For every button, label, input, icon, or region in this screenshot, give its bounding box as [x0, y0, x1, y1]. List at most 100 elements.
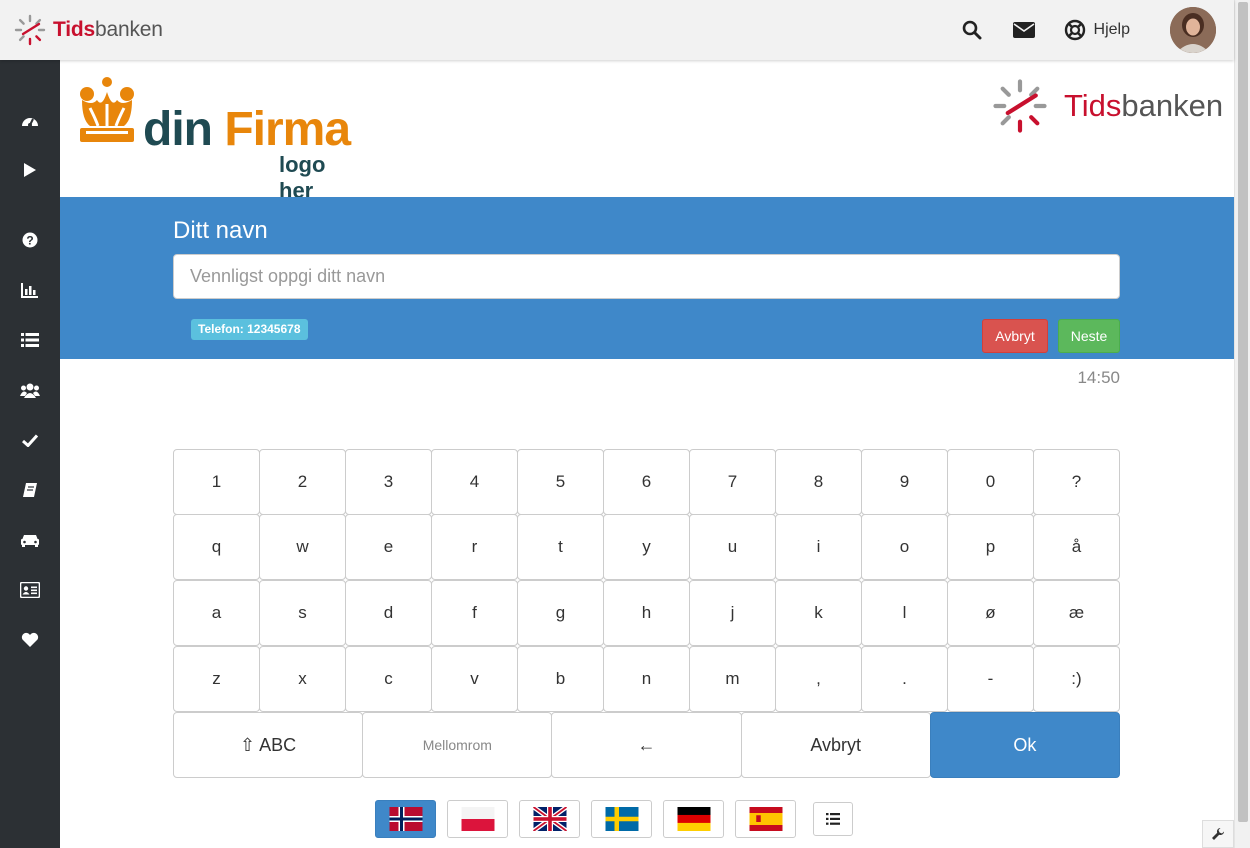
key[interactable]: h: [603, 580, 690, 646]
key[interactable]: å: [1033, 514, 1120, 580]
key[interactable]: 0: [947, 449, 1034, 515]
key[interactable]: æ: [1033, 580, 1120, 646]
key[interactable]: ,: [775, 646, 862, 712]
key[interactable]: b: [517, 646, 604, 712]
key[interactable]: f: [431, 580, 518, 646]
sidebar-item-approve[interactable]: [0, 420, 60, 460]
tidsbanken-logo: Tidsbanken: [992, 78, 1223, 134]
sweden-flag-icon: [605, 807, 638, 831]
language-german[interactable]: [663, 800, 724, 838]
key[interactable]: m: [689, 646, 776, 712]
tidsbanken-logo-icon: [14, 14, 46, 46]
bar-chart-icon: [21, 283, 38, 298]
sidebar-item-help[interactable]: ?: [0, 220, 60, 260]
cancel-button[interactable]: Avbryt: [982, 319, 1048, 353]
key[interactable]: a: [173, 580, 260, 646]
spain-flag-icon: [749, 807, 782, 831]
sidebar-item-users[interactable]: [0, 370, 60, 410]
language-list-button[interactable]: [813, 802, 853, 836]
sidebar-item-list[interactable]: [0, 320, 60, 360]
sidebar-item-favorites[interactable]: [0, 620, 60, 660]
key[interactable]: p: [947, 514, 1034, 580]
wrench-icon[interactable]: [1202, 820, 1234, 848]
scrollbar[interactable]: [1234, 0, 1250, 848]
key[interactable]: 9: [861, 449, 948, 515]
name-form-panel: Ditt navn Telefon: 12345678 Avbryt Neste: [60, 197, 1234, 359]
key[interactable]: r: [431, 514, 518, 580]
key[interactable]: :): [1033, 646, 1120, 712]
name-input[interactable]: [173, 254, 1120, 299]
key[interactable]: u: [689, 514, 776, 580]
keyboard-cancel-key[interactable]: Avbryt: [740, 712, 931, 778]
uk-flag-icon: [531, 807, 568, 831]
ok-key[interactable]: Ok: [929, 712, 1121, 778]
key[interactable]: 2: [259, 449, 346, 515]
key[interactable]: e: [345, 514, 432, 580]
brand-name: Tidsbanken: [53, 18, 163, 42]
key[interactable]: -: [947, 646, 1034, 712]
key[interactable]: 7: [689, 449, 776, 515]
car-icon: [21, 535, 39, 547]
key[interactable]: 8: [775, 449, 862, 515]
key[interactable]: o: [861, 514, 948, 580]
book-icon: [23, 483, 37, 497]
key[interactable]: x: [259, 646, 346, 712]
language-swedish[interactable]: [591, 800, 652, 838]
key[interactable]: w: [259, 514, 346, 580]
key[interactable]: z: [173, 646, 260, 712]
key[interactable]: k: [775, 580, 862, 646]
key[interactable]: ø: [947, 580, 1034, 646]
key[interactable]: v: [431, 646, 518, 712]
list-icon: [826, 813, 840, 825]
language-spanish[interactable]: [735, 800, 796, 838]
key[interactable]: 1: [173, 449, 260, 515]
sidebar-item-book[interactable]: [0, 470, 60, 510]
crown-icon: [80, 77, 134, 142]
language-norwegian[interactable]: [375, 800, 436, 838]
backspace-key[interactable]: ←: [551, 712, 742, 778]
norway-flag-icon: [389, 807, 422, 831]
sidebar-item-id-card[interactable]: [0, 570, 60, 610]
search-icon[interactable]: [960, 18, 984, 42]
key[interactable]: 3: [345, 449, 432, 515]
keyboard-row-4: z x c v b n m,. -:): [173, 646, 1120, 713]
key[interactable]: d: [345, 580, 432, 646]
envelope-icon[interactable]: [1012, 18, 1036, 42]
key[interactable]: g: [517, 580, 604, 646]
language-english[interactable]: [519, 800, 580, 838]
tidsbanken-brand[interactable]: Tidsbanken: [14, 14, 163, 46]
key[interactable]: s: [259, 580, 346, 646]
sidebar-item-play[interactable]: [0, 150, 60, 190]
key[interactable]: n: [603, 646, 690, 712]
help-label: Hjelp: [1093, 21, 1130, 38]
key[interactable]: ?: [1033, 449, 1120, 515]
key[interactable]: y: [603, 514, 690, 580]
key[interactable]: t: [517, 514, 604, 580]
key[interactable]: .: [861, 646, 948, 712]
language-polish[interactable]: [447, 800, 508, 838]
sidebar-item-dashboard[interactable]: [0, 101, 60, 141]
help-link[interactable]: Hjelp: [1064, 19, 1130, 41]
language-selector: [375, 800, 853, 838]
next-button[interactable]: Neste: [1058, 319, 1120, 353]
scrollbar-thumb[interactable]: [1238, 2, 1248, 822]
company-logo-firma: Firma: [224, 103, 351, 156]
heart-icon: [21, 632, 39, 647]
space-key[interactable]: Mellomrom: [362, 712, 553, 778]
key[interactable]: 4: [431, 449, 518, 515]
list-icon: [21, 333, 39, 347]
key[interactable]: q: [173, 514, 260, 580]
sidebar-item-reports[interactable]: [0, 270, 60, 310]
key[interactable]: j: [689, 580, 776, 646]
key[interactable]: 6: [603, 449, 690, 515]
key[interactable]: l: [861, 580, 948, 646]
key[interactable]: 5: [517, 449, 604, 515]
brand-tids: Tids: [53, 18, 95, 41]
shift-key[interactable]: ⇧ ABC: [173, 712, 364, 778]
sidebar-item-car[interactable]: [0, 520, 60, 560]
keyboard-row-2: qwertyuiopå: [173, 514, 1120, 581]
key[interactable]: i: [775, 514, 862, 580]
key[interactable]: c: [345, 646, 432, 712]
user-avatar[interactable]: [1170, 7, 1216, 53]
clock: 14:50: [1077, 368, 1120, 387]
